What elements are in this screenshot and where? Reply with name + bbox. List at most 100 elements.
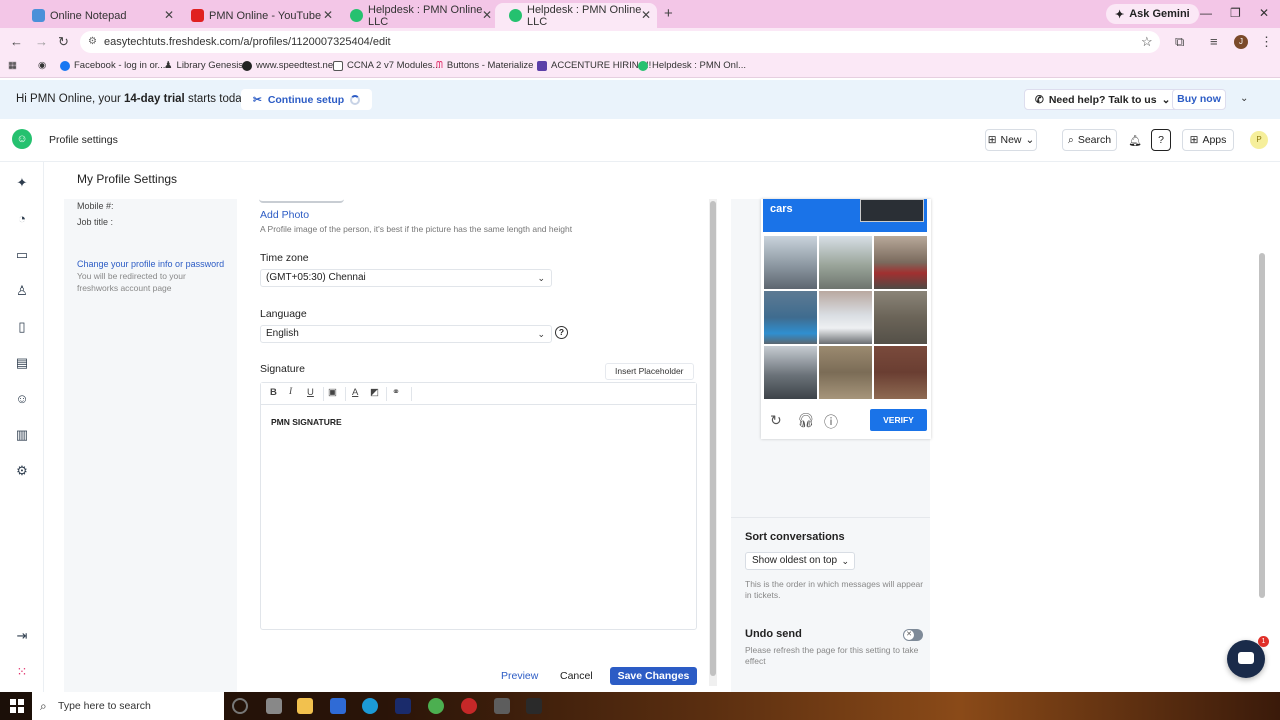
- bookmark-accenture[interactable]: ACCENTURE HIRING!!: [537, 60, 651, 71]
- media-player-icon[interactable]: [461, 698, 477, 714]
- page-scrollbar[interactable]: [1258, 168, 1266, 688]
- browser-tab[interactable]: Helpdesk : PMN Online LLC ✕: [336, 3, 498, 28]
- need-help-button[interactable]: ✆ Need help? Talk to us ⌄: [1024, 89, 1182, 110]
- captcha-tile[interactable]: [764, 291, 817, 344]
- close-window-icon[interactable]: ✕: [1259, 6, 1269, 20]
- forward-icon[interactable]: →: [35, 34, 48, 49]
- apps-button[interactable]: ⊞ Apps: [1182, 129, 1234, 151]
- verify-button[interactable]: VERIFY: [870, 409, 927, 431]
- browser-tab-active[interactable]: Helpdesk : PMN Online LLC ✕: [495, 3, 657, 28]
- file-explorer-icon[interactable]: [297, 698, 313, 714]
- help-icon[interactable]: ?: [555, 326, 568, 339]
- bold-icon[interactable]: B: [270, 387, 277, 398]
- search-button[interactable]: ⌕ Search: [1062, 129, 1117, 151]
- avatar[interactable]: P: [1250, 131, 1268, 149]
- dashboard-icon[interactable]: ◔: [14, 211, 30, 227]
- help-button[interactable]: ?: [1151, 129, 1171, 151]
- bookmark-icon[interactable]: ◉: [38, 60, 46, 71]
- close-icon[interactable]: ✕: [482, 8, 492, 22]
- edge-icon[interactable]: [362, 698, 378, 714]
- media-icon[interactable]: ≡: [1210, 34, 1218, 49]
- bot-icon[interactable]: ☺: [14, 391, 30, 407]
- back-icon[interactable]: ←: [10, 34, 23, 49]
- signature-text[interactable]: PMN SIGNATURE: [271, 417, 342, 427]
- close-icon[interactable]: ✕: [323, 8, 333, 22]
- scrollbar-thumb[interactable]: [1259, 253, 1265, 598]
- reload-icon[interactable]: ↻: [58, 34, 69, 50]
- close-icon[interactable]: ✕: [164, 8, 174, 22]
- cortana-icon[interactable]: [232, 698, 248, 714]
- signature-editor[interactable]: B I U ▣ A ◩ ⚭ PMN SIGNATURE: [260, 382, 697, 630]
- refresh-icon[interactable]: ↻: [770, 412, 782, 429]
- app-switcher-icon[interactable]: ⁙: [14, 664, 30, 680]
- tickets-icon[interactable]: ▭: [14, 247, 30, 263]
- captcha-tile[interactable]: [764, 236, 817, 289]
- browser-tab[interactable]: Online Notepad ✕: [18, 3, 180, 28]
- windows-start-icon[interactable]: [10, 699, 24, 713]
- bookmark-speedtest[interactable]: www.speedtest.net: [242, 60, 336, 71]
- store-icon[interactable]: [330, 698, 346, 714]
- ask-gemini-button[interactable]: ✦ Ask Gemini: [1106, 4, 1199, 24]
- headphones-icon[interactable]: 🎧︎: [797, 412, 815, 429]
- language-select[interactable]: English ⌄: [260, 325, 552, 343]
- info-icon[interactable]: ⓘ: [824, 412, 838, 432]
- chrome-icon[interactable]: [428, 698, 444, 714]
- reports-icon[interactable]: ▥: [14, 427, 30, 443]
- freshdesk-logo-icon[interactable]: ☺: [12, 129, 32, 149]
- close-icon[interactable]: ✕: [641, 8, 651, 22]
- forums-icon[interactable]: ▤: [14, 355, 30, 371]
- captcha-tile[interactable]: [874, 291, 927, 344]
- bookmark-libgen[interactable]: ♟ Library Genesis: [164, 60, 243, 71]
- app-icon[interactable]: [494, 698, 510, 714]
- insert-image-icon[interactable]: ▣: [328, 387, 337, 398]
- add-photo-link[interactable]: Add Photo: [260, 209, 309, 221]
- scrollbar-thumb[interactable]: [710, 201, 716, 676]
- minimize-icon[interactable]: —: [1200, 6, 1212, 20]
- undo-send-toggle[interactable]: ✕: [903, 629, 923, 641]
- collapse-sidebar-icon[interactable]: ⇥: [14, 628, 30, 644]
- chevron-down-icon[interactable]: ⌄: [1240, 93, 1248, 104]
- recorder-icon[interactable]: [526, 698, 542, 714]
- form-scrollbar[interactable]: [709, 199, 717, 686]
- bookmark-star-icon[interactable]: ☆: [1141, 34, 1153, 50]
- settings-gear-icon[interactable]: ⚙: [14, 463, 30, 479]
- apps-grid-icon[interactable]: ▦: [8, 60, 17, 71]
- maximize-icon[interactable]: ❐: [1230, 6, 1241, 20]
- notifications-button[interactable]: 🔔︎: [1125, 129, 1145, 151]
- captcha-tile[interactable]: [819, 236, 872, 289]
- save-changes-button[interactable]: Save Changes: [610, 667, 697, 685]
- cancel-button[interactable]: Cancel: [560, 670, 593, 682]
- underline-icon[interactable]: U: [307, 387, 314, 398]
- bookmark-materialize[interactable]: ᗰ Buttons - Materialize: [436, 60, 533, 71]
- text-color-icon[interactable]: A: [352, 387, 358, 398]
- new-tab-icon[interactable]: +: [664, 5, 673, 22]
- captcha-tile[interactable]: [764, 346, 817, 399]
- captcha-tile[interactable]: [874, 236, 927, 289]
- background-color-icon[interactable]: ◩: [370, 387, 379, 398]
- solutions-book-icon[interactable]: ▯: [14, 319, 30, 335]
- captcha-tile[interactable]: [874, 346, 927, 399]
- preview-button[interactable]: Preview: [501, 670, 538, 682]
- site-info-icon[interactable]: ⚙: [88, 31, 97, 53]
- new-button[interactable]: ⊞ New ⌄: [985, 129, 1037, 151]
- bookmark-helpdesk[interactable]: Helpdesk : PMN Onl...: [638, 60, 746, 71]
- change-profile-link[interactable]: Change your profile info or password: [77, 259, 224, 269]
- sparkle-icon[interactable]: ✦: [14, 175, 30, 191]
- taskbar-search[interactable]: ⌕ Type here to search: [32, 692, 224, 720]
- continue-setup-button[interactable]: ✂ Continue setup: [241, 89, 373, 110]
- bookmark-ccna[interactable]: CCNA 2 v7 Modules...: [333, 60, 440, 71]
- url-field[interactable]: ⚙ easytechtuts.freshdesk.com/a/profiles/…: [80, 31, 1160, 53]
- insert-placeholder-button[interactable]: Insert Placeholder: [605, 363, 694, 380]
- menu-icon[interactable]: ⋮: [1260, 34, 1273, 50]
- contacts-icon[interactable]: ♙: [14, 283, 30, 299]
- bookmark-facebook[interactable]: Facebook - log in or...: [60, 60, 165, 71]
- profile-avatar-icon[interactable]: J: [1234, 35, 1248, 49]
- extensions-icon[interactable]: ⧉: [1175, 34, 1184, 50]
- link-icon[interactable]: ⚭: [392, 387, 400, 398]
- captcha-tile[interactable]: [819, 291, 872, 344]
- task-view-icon[interactable]: [266, 698, 282, 714]
- italic-icon[interactable]: I: [289, 387, 292, 397]
- timezone-select[interactable]: (GMT+05:30) Chennai ⌄: [260, 269, 552, 287]
- photoshop-icon[interactable]: [395, 698, 411, 714]
- browser-tab[interactable]: PMN Online - YouTube ✕: [177, 3, 339, 28]
